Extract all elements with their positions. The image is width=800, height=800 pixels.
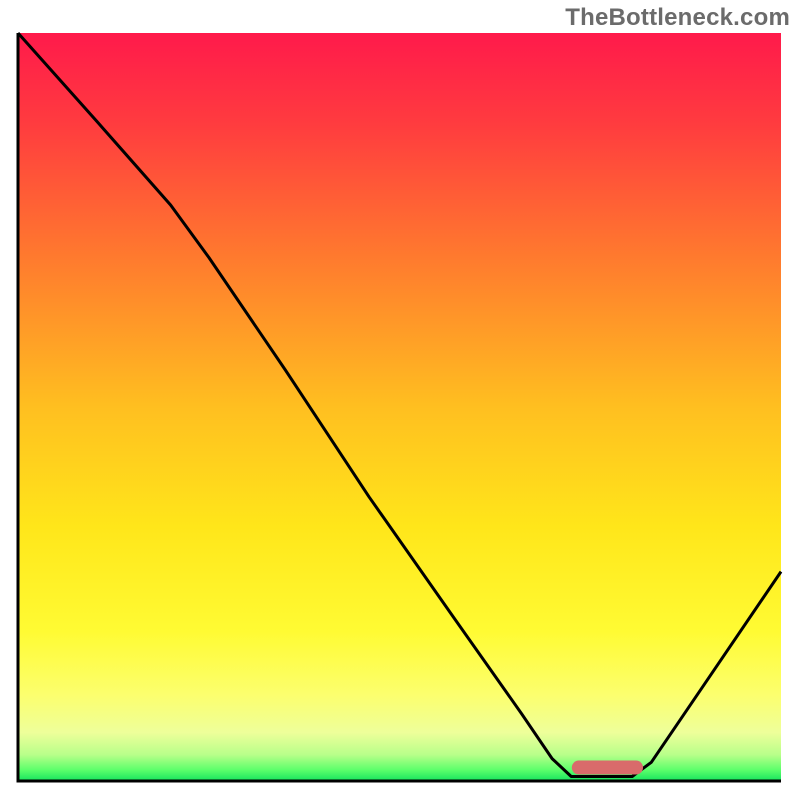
gradient-background — [18, 33, 781, 781]
bottleneck-chart — [0, 0, 800, 800]
watermark-label: TheBottleneck.com — [565, 4, 790, 32]
